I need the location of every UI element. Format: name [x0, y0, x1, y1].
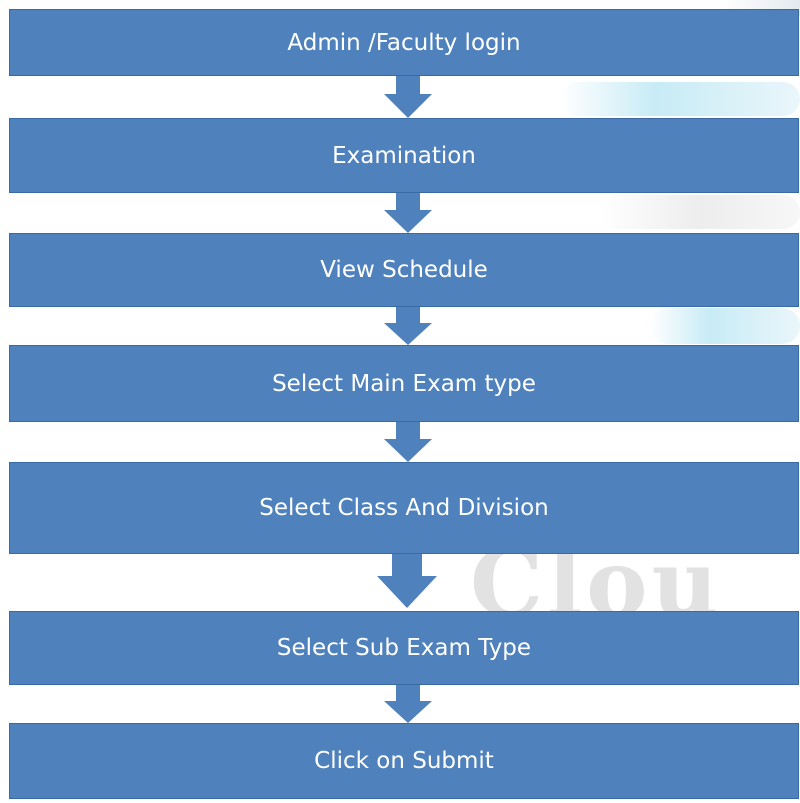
step-select-sub-exam-type: Select Sub Exam Type — [9, 611, 799, 685]
flowchart-canvas: Clou Admin /Faculty login Examination Vi… — [0, 0, 800, 803]
watermark-fragment — [600, 195, 800, 229]
down-arrow-icon — [377, 554, 437, 608]
step-click-on-submit: Click on Submit — [9, 723, 799, 799]
step-label: View Schedule — [320, 257, 488, 283]
step-label: Click on Submit — [314, 748, 494, 774]
step-view-schedule: View Schedule — [9, 233, 799, 307]
down-arrow-icon — [384, 307, 432, 345]
watermark-fragment — [560, 82, 800, 116]
step-label: Select Class And Division — [259, 495, 549, 521]
step-select-main-exam-type: Select Main Exam type — [9, 345, 799, 422]
down-arrow-icon — [384, 685, 432, 723]
down-arrow-icon — [384, 76, 432, 118]
down-arrow-icon — [384, 193, 432, 233]
step-admin-faculty-login: Admin /Faculty login — [9, 9, 799, 76]
watermark-fragment — [650, 308, 800, 344]
step-select-class-and-division: Select Class And Division — [9, 462, 799, 554]
step-examination: Examination — [9, 118, 799, 193]
step-label: Admin /Faculty login — [287, 29, 521, 56]
watermark-logo: Clou — [470, 548, 723, 618]
step-label: Select Sub Exam Type — [276, 635, 532, 661]
step-label: Examination — [332, 142, 476, 169]
step-label: Select Main Exam type — [272, 370, 536, 397]
down-arrow-icon — [384, 422, 432, 462]
